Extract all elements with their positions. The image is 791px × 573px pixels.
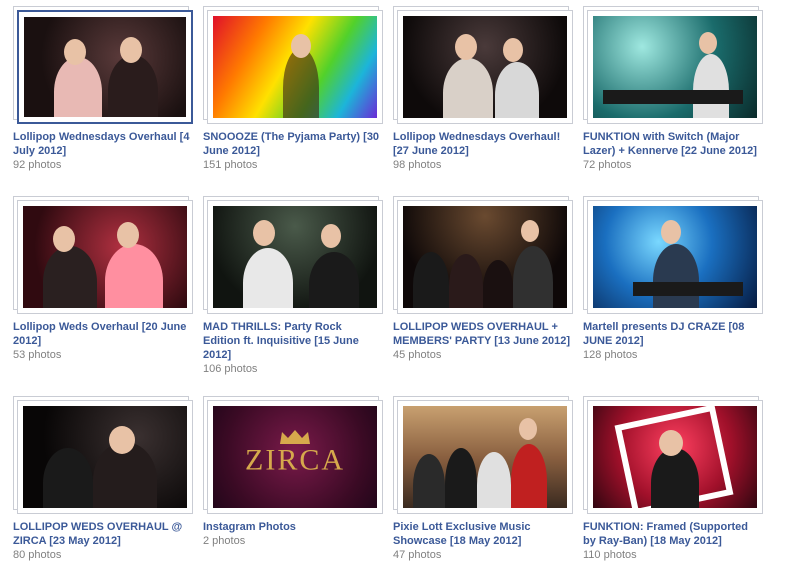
album-thumbnail [593, 406, 757, 508]
album-thumbnail [403, 206, 567, 308]
photo-albums-grid: Lollipop Wednesdays Overhaul [4 July 201… [0, 0, 791, 573]
album-title-link[interactable]: FUNKTION: Framed (Supported by Ray-Ban) … [583, 520, 761, 548]
album-cover[interactable]: ZIRCA [203, 396, 389, 518]
album-thumbnail [213, 16, 377, 118]
album-thumbnail [403, 16, 567, 118]
album-cover[interactable] [203, 6, 389, 128]
album-item: LOLLIPOP WEDS OVERHAUL @ ZIRCA [23 May 2… [13, 396, 193, 562]
album-thumbnail: ZIRCA [213, 406, 377, 508]
album-cover[interactable] [393, 396, 579, 518]
album-cover[interactable] [583, 6, 769, 128]
photo-count: 110 photos [583, 549, 637, 561]
album-cover[interactable] [583, 396, 769, 518]
photo-count: 128 photos [583, 349, 638, 361]
album-thumbnail [593, 16, 757, 118]
album-item: MAD THRILLS: Party Rock Edition ft. Inqu… [203, 196, 383, 376]
album-item: ZIRCA Instagram Photos 2 photos [203, 396, 383, 548]
album-title-link[interactable]: Instagram Photos [203, 520, 381, 534]
album-title-link[interactable]: Lollipop Weds Overhaul [20 June 2012] [13, 320, 191, 348]
album-item: Pixie Lott Exclusive Music Showcase [18 … [393, 396, 573, 562]
album-title-link[interactable]: FUNKTION with Switch (Major Lazer) + Ken… [583, 130, 761, 158]
album-item: LOLLIPOP WEDS OVERHAUL + MEMBERS' PARTY … [393, 196, 573, 362]
album-cover[interactable] [13, 396, 199, 518]
album-cover[interactable] [583, 196, 769, 318]
album-title-link[interactable]: SNOOOZE (The Pyjama Party) [30 June 2012… [203, 130, 381, 158]
album-item: FUNKTION with Switch (Major Lazer) + Ken… [583, 6, 763, 172]
album-cover[interactable] [393, 6, 579, 128]
photo-count: 2 photos [203, 535, 246, 547]
album-title-link[interactable]: LOLLIPOP WEDS OVERHAUL + MEMBERS' PARTY … [393, 320, 571, 348]
album-thumbnail [24, 17, 186, 117]
album-title-link[interactable]: Lollipop Wednesdays Overhaul [4 July 201… [13, 130, 191, 158]
album-thumbnail [23, 406, 187, 508]
photo-count: 53 photos [13, 349, 62, 361]
album-thumbnail [213, 206, 377, 308]
photo-count: 151 photos [203, 159, 258, 171]
album-item: SNOOOZE (The Pyjama Party) [30 June 2012… [203, 6, 383, 172]
album-title-link[interactable]: LOLLIPOP WEDS OVERHAUL @ ZIRCA [23 May 2… [13, 520, 191, 548]
album-title-link[interactable]: Lollipop Wednesdays Overhaul! [27 June 2… [393, 130, 571, 158]
album-item: FUNKTION: Framed (Supported by Ray-Ban) … [583, 396, 763, 562]
zirca-logo: ZIRCA [245, 443, 345, 477]
album-title-link[interactable]: MAD THRILLS: Party Rock Edition ft. Inqu… [203, 320, 381, 362]
album-cover[interactable] [13, 196, 199, 318]
album-thumbnail [403, 406, 567, 508]
album-thumbnail [23, 206, 187, 308]
album-cover[interactable] [393, 196, 579, 318]
album-thumbnail [593, 206, 757, 308]
photo-count: 92 photos [13, 159, 62, 171]
album-cover[interactable] [13, 6, 199, 128]
album-item: Lollipop Weds Overhaul [20 June 2012] 53… [13, 196, 193, 362]
photo-count: 80 photos [13, 549, 62, 561]
album-item: Lollipop Wednesdays Overhaul! [27 June 2… [393, 6, 573, 172]
photo-count: 72 photos [583, 159, 632, 171]
album-title-link[interactable]: Martell presents DJ CRAZE [08 JUNE 2012] [583, 320, 761, 348]
album-title-link[interactable]: Pixie Lott Exclusive Music Showcase [18 … [393, 520, 571, 548]
photo-count: 45 photos [393, 349, 442, 361]
photo-count: 98 photos [393, 159, 442, 171]
photo-count: 47 photos [393, 549, 442, 561]
photo-count: 106 photos [203, 363, 258, 375]
album-item: Lollipop Wednesdays Overhaul [4 July 201… [13, 6, 193, 172]
album-item: Martell presents DJ CRAZE [08 JUNE 2012]… [583, 196, 763, 362]
album-cover[interactable] [203, 196, 389, 318]
